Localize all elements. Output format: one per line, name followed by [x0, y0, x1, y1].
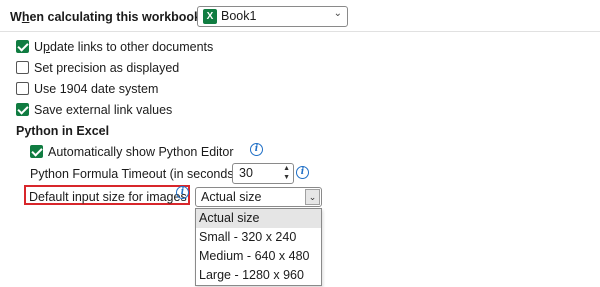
- dropdown-option[interactable]: Large - 1280 x 960: [196, 266, 321, 285]
- dropdown-option[interactable]: Small - 320 x 240: [196, 228, 321, 247]
- set-precision-checkbox[interactable]: [16, 61, 29, 74]
- save-external-checkbox[interactable]: [16, 103, 29, 116]
- dropdown-option[interactable]: Medium - 640 x 480: [196, 247, 321, 266]
- date-system-checkbox[interactable]: [16, 82, 29, 95]
- checkmark-icon: [17, 103, 29, 115]
- workbook-scope-label-w: W: [10, 10, 22, 24]
- update-links-label: Update links to other documents: [34, 40, 213, 54]
- python-timeout-input[interactable]: 30 ▲ ▼: [232, 163, 294, 184]
- set-precision-label: Set precision as displayed: [34, 61, 180, 75]
- image-size-dropdown: Actual size Small - 320 x 240 Medium - 6…: [195, 208, 322, 286]
- image-size-label: Default input size for images: [29, 190, 187, 204]
- workbook-select-value: Book1: [221, 9, 257, 23]
- image-size-select[interactable]: Actual size ⌄: [195, 187, 322, 207]
- python-section-title: Python in Excel: [16, 124, 110, 138]
- update-links-checkbox[interactable]: [16, 40, 29, 53]
- spin-up-icon[interactable]: ▲: [283, 165, 290, 172]
- save-external-label: Save external link values: [34, 103, 173, 117]
- dropdown-option[interactable]: Actual size: [196, 209, 321, 228]
- info-icon[interactable]: i: [250, 143, 263, 156]
- update-links-label-rest: date links to other documents: [49, 40, 214, 54]
- workbook-scope-label-rest: en calculating this workbook:: [29, 10, 206, 24]
- spin-down-icon[interactable]: ▼: [283, 174, 290, 181]
- auto-show-python-checkbox[interactable]: [30, 145, 43, 158]
- auto-show-python-label: Automatically show Python Editor: [48, 145, 234, 159]
- chevron-down-icon: ⌄: [333, 8, 342, 19]
- checkmark-icon: [31, 145, 43, 157]
- checkmark-icon: [17, 40, 29, 52]
- update-links-label-d: p: [43, 40, 50, 54]
- python-timeout-value: 30: [239, 166, 253, 180]
- date-system-label: Use 1904 date system: [34, 82, 159, 96]
- image-size-value: Actual size: [201, 190, 262, 204]
- excel-icon: X: [203, 9, 217, 24]
- chevron-down-icon[interactable]: ⌄: [305, 189, 320, 205]
- workbook-select[interactable]: X Book1 ⌄: [197, 6, 348, 27]
- workbook-scope-label: When calculating this workbook:: [10, 10, 205, 24]
- divider: [0, 31, 600, 32]
- update-links-label-pre: U: [34, 40, 44, 54]
- info-icon[interactable]: i: [296, 166, 309, 179]
- info-icon[interactable]: i: [176, 186, 189, 199]
- python-timeout-label: Python Formula Timeout (in seconds): [30, 167, 238, 181]
